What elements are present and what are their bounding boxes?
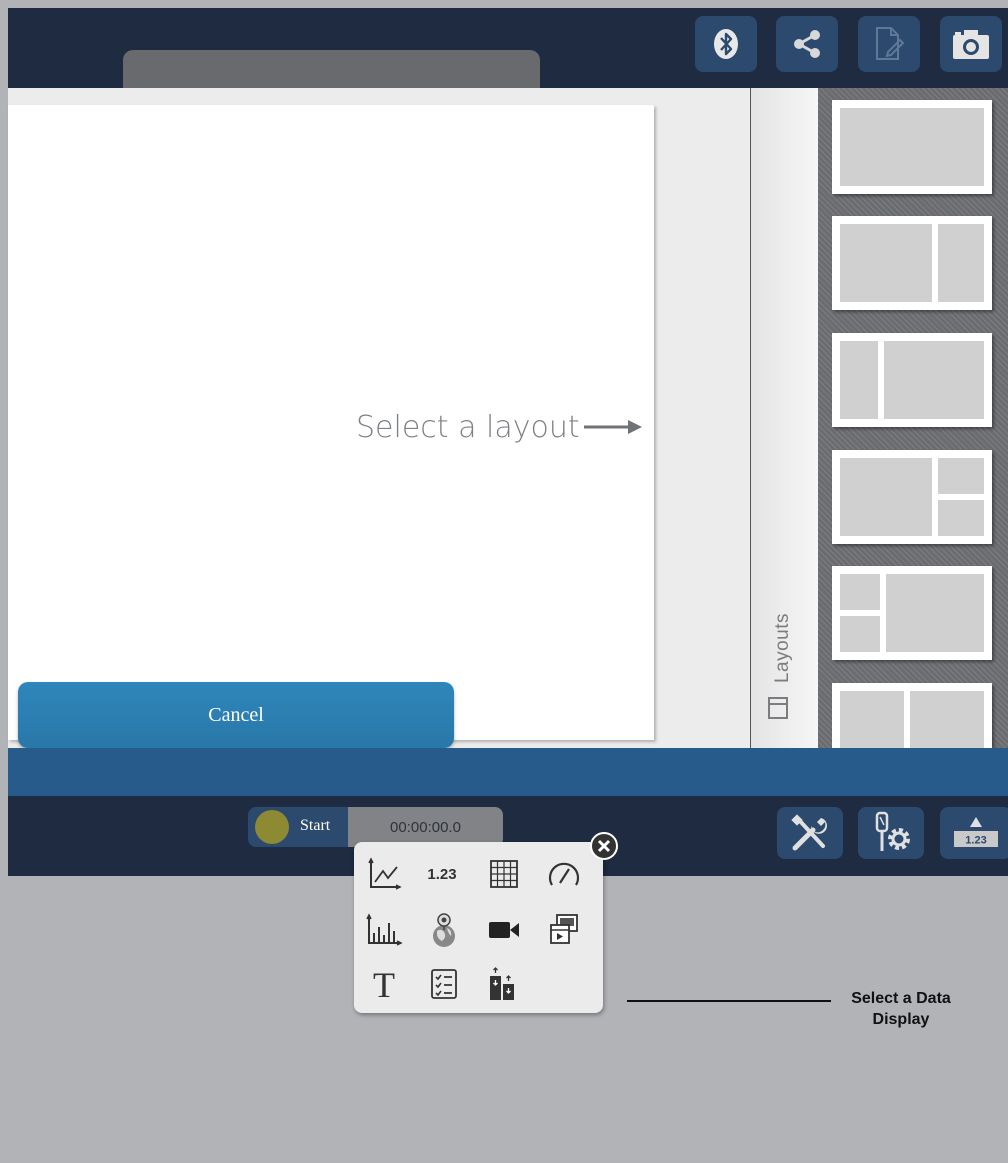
video-display-button[interactable] bbox=[482, 908, 526, 952]
layouts-panel-tab[interactable]: Layouts bbox=[750, 88, 818, 748]
tools-button[interactable] bbox=[777, 807, 843, 859]
select-layout-prompt: Select a layout bbox=[356, 405, 644, 449]
layout-option-stacked-left-wide-right[interactable] bbox=[832, 566, 992, 660]
layout-cell bbox=[840, 224, 932, 302]
meter-icon: 1.23 bbox=[954, 817, 998, 847]
close-icon bbox=[597, 839, 611, 853]
callout-select-data-display: Select a Data Display bbox=[851, 990, 951, 1028]
app-root: Select a layout Cancel Layouts Start 00:… bbox=[0, 0, 1008, 1163]
layout-cell bbox=[938, 500, 984, 536]
image-display-button[interactable] bbox=[542, 908, 586, 952]
layout-cell bbox=[886, 574, 984, 652]
work-area: Select a layout Cancel bbox=[8, 88, 750, 748]
layout-cell bbox=[840, 691, 904, 748]
checklist-icon bbox=[431, 969, 457, 999]
layout-cell bbox=[840, 574, 880, 610]
layout-cell bbox=[910, 691, 984, 748]
divider-bar bbox=[8, 748, 1008, 796]
layout-option-two-columns[interactable] bbox=[832, 683, 992, 748]
gauge-icon bbox=[548, 862, 580, 886]
graph-display-button[interactable] bbox=[362, 852, 406, 896]
bar-graph-display-button[interactable] bbox=[362, 908, 406, 952]
start-button[interactable]: Start bbox=[248, 807, 348, 847]
callout-line bbox=[627, 1000, 831, 1002]
digits-icon: 1.23 bbox=[427, 865, 457, 883]
layout-cell bbox=[840, 616, 880, 652]
grouped-bars-icon bbox=[490, 967, 514, 1000]
layout-cell bbox=[938, 224, 984, 302]
layout-cell bbox=[938, 458, 984, 494]
layout-cell bbox=[840, 341, 878, 419]
top-toolbar bbox=[8, 8, 1008, 88]
record-indicator-icon bbox=[255, 810, 289, 844]
sensor-gear-icon bbox=[875, 811, 910, 851]
wrench-screwdriver-icon bbox=[791, 814, 827, 851]
camera-icon bbox=[953, 30, 989, 59]
document-edit-icon bbox=[876, 27, 905, 60]
layout-option-wide-left-stacked-right[interactable] bbox=[832, 450, 992, 544]
elapsed-time: 00:00:00.0 bbox=[348, 807, 503, 847]
text-display-button[interactable]: T bbox=[362, 962, 406, 1006]
map-display-button[interactable] bbox=[422, 908, 466, 952]
line-graph-icon bbox=[368, 857, 402, 890]
snapshot-button[interactable] bbox=[940, 16, 1002, 72]
layout-icon bbox=[768, 697, 788, 719]
grouped-bar-display-button[interactable] bbox=[480, 962, 524, 1006]
bluetooth-icon bbox=[714, 29, 738, 59]
export-button[interactable] bbox=[858, 16, 920, 72]
checklist-display-button[interactable] bbox=[422, 962, 466, 1006]
cancel-button[interactable]: Cancel bbox=[18, 682, 454, 748]
text-icon: T bbox=[373, 967, 395, 1001]
share-button[interactable] bbox=[776, 16, 838, 72]
arrow-right-icon bbox=[583, 420, 642, 434]
document-title-tab[interactable] bbox=[123, 50, 540, 88]
close-menu-button[interactable] bbox=[590, 832, 618, 860]
select-layout-text: Select a layout bbox=[356, 409, 580, 445]
layout-thumbnails bbox=[818, 88, 1008, 748]
data-display-menu: 1.23 T bbox=[354, 842, 603, 1013]
layout-cell bbox=[884, 341, 984, 419]
layouts-label: Layouts bbox=[772, 612, 793, 684]
layout-option-full[interactable] bbox=[832, 100, 992, 194]
table-icon bbox=[490, 860, 518, 888]
digits-display-button[interactable]: 1.23 bbox=[420, 852, 464, 896]
map-pin-globe-icon bbox=[433, 913, 455, 947]
table-display-button[interactable] bbox=[482, 852, 526, 896]
page-canvas: Select a layout Cancel bbox=[8, 105, 654, 748]
share-icon bbox=[794, 30, 820, 58]
bar-graph-icon bbox=[366, 913, 403, 946]
meter-badge: 1.23 bbox=[965, 835, 986, 847]
layout-option-wide-left[interactable] bbox=[832, 216, 992, 310]
video-camera-icon bbox=[489, 922, 519, 938]
layout-cell bbox=[840, 458, 932, 536]
bluetooth-button[interactable] bbox=[695, 16, 757, 72]
start-label: Start bbox=[300, 817, 331, 834]
gauge-display-button[interactable] bbox=[542, 852, 586, 896]
collection-control: Start 00:00:00.0 bbox=[248, 807, 503, 847]
layout-option-wide-right[interactable] bbox=[832, 333, 992, 427]
layout-cell bbox=[840, 108, 984, 186]
svg-text:T: T bbox=[373, 967, 395, 1001]
media-image-icon bbox=[550, 914, 578, 944]
meter-button[interactable]: 1.23 bbox=[940, 807, 1008, 859]
sensor-settings-button[interactable] bbox=[858, 807, 924, 859]
